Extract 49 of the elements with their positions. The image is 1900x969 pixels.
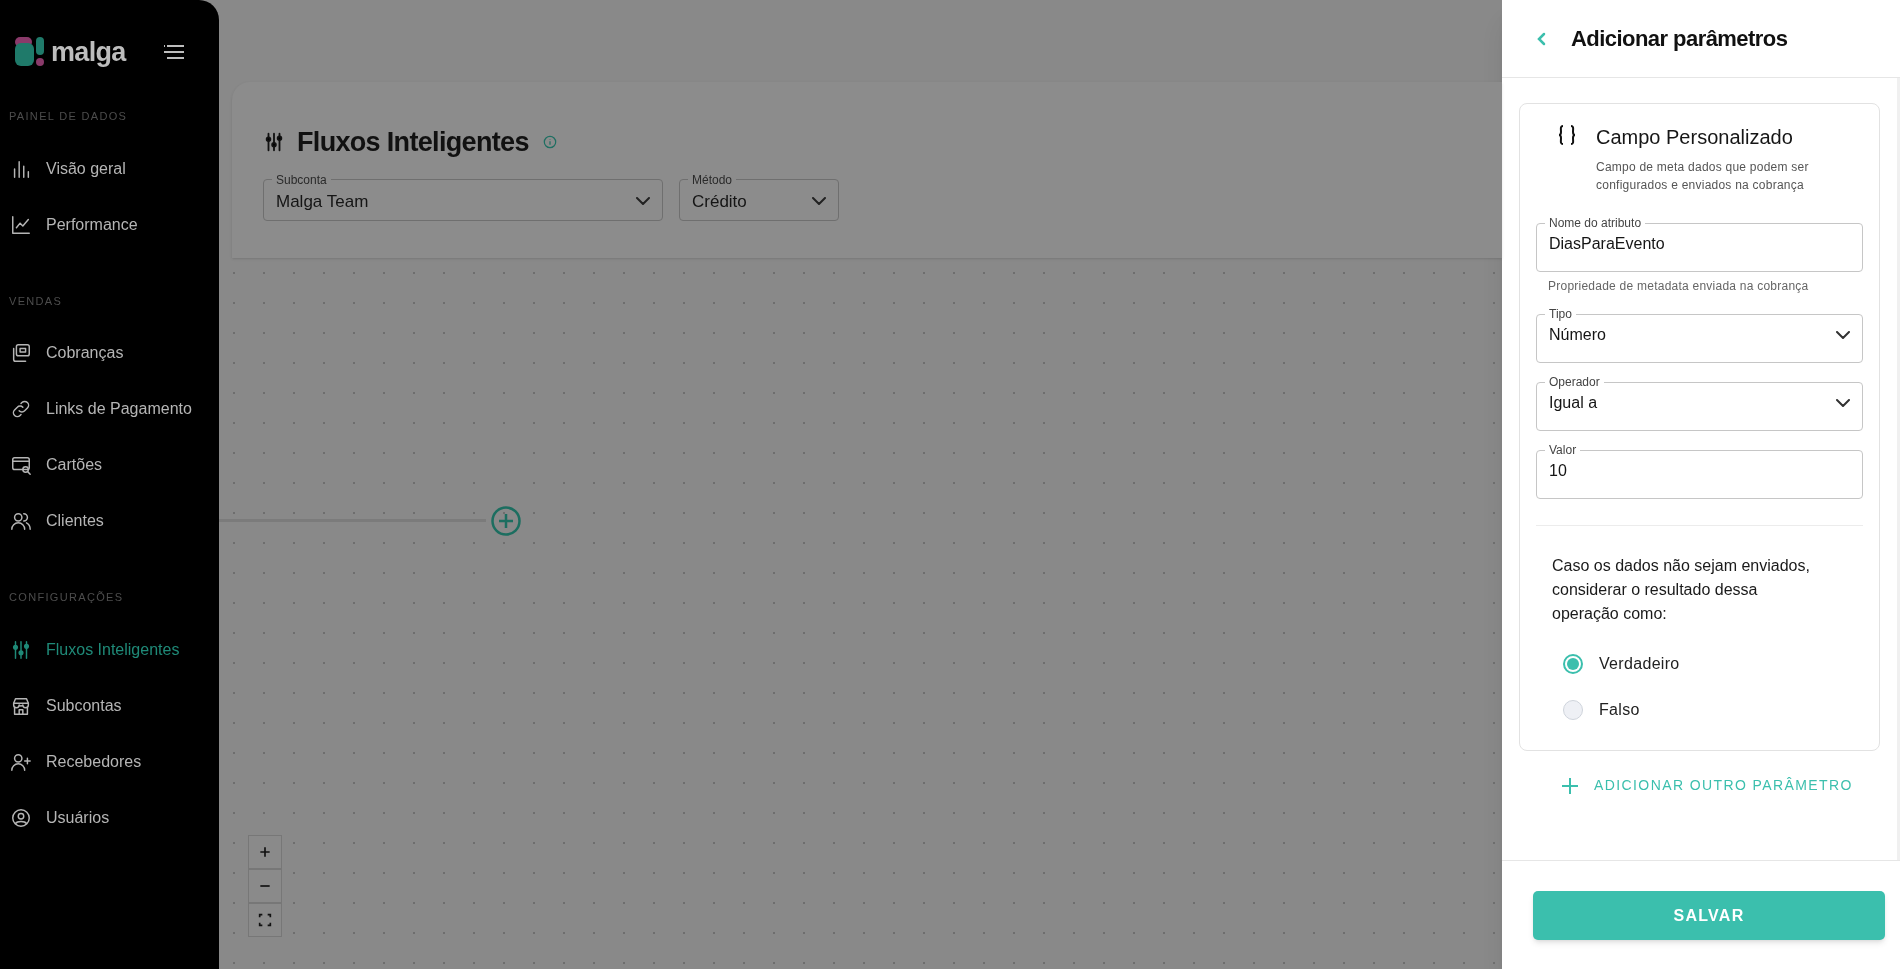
user-circle-icon	[10, 806, 32, 829]
users-icon	[10, 510, 32, 532]
radio-button[interactable]	[1563, 700, 1583, 720]
field-label: Método	[691, 171, 734, 189]
zoom-in-icon[interactable]	[248, 835, 282, 869]
chevron-down-icon	[636, 197, 650, 206]
nav-item[interactable]: Performance	[0, 196, 219, 253]
nav-item[interactable]: Fluxos Inteligentes	[0, 621, 219, 678]
info-icon[interactable]	[542, 135, 557, 150]
helper-text: Propriedade de metadata enviada na cobrança	[1547, 278, 1810, 295]
fit-view-icon[interactable]	[248, 903, 282, 937]
sliders-icon	[10, 638, 32, 661]
add-node-icon[interactable]	[491, 506, 521, 536]
radio-option[interactable]: Verdadeiro	[1563, 652, 1863, 676]
plus-icon	[1562, 777, 1578, 794]
logo-icon	[15, 37, 45, 67]
card-title: Campo Personalizado	[1596, 125, 1794, 150]
section-label: VENDAS	[8, 293, 64, 309]
card-description: Campo de meta dados que podem ser configurados e enviados na cobrança	[1596, 159, 1810, 194]
chevron-down-icon	[812, 197, 826, 206]
line-chart-icon	[10, 213, 32, 236]
section-label: PAINEL DE DADOS	[8, 109, 129, 124]
nav-item[interactable]: Links de Pagamento	[0, 381, 219, 437]
page-title: Fluxos Inteligentes	[297, 126, 529, 159]
field-label: Valor	[1548, 442, 1578, 459]
nav-item[interactable]: Recebedores	[0, 733, 219, 790]
nav-item[interactable]: Cobranças	[0, 325, 219, 381]
logo-text: malga	[51, 35, 126, 69]
nav-item[interactable]: Clientes	[0, 493, 219, 549]
menu-icon[interactable]	[163, 44, 185, 60]
field-label: Nome do atributo	[1548, 215, 1643, 232]
panel-title: Adicionar parâmetros	[1571, 25, 1788, 53]
question-text: Caso os dados não sejam enviados, considerar o resultado dessa operação como:	[1551, 556, 1811, 624]
chevron-down-icon	[1836, 399, 1850, 407]
braces-icon	[1556, 124, 1578, 146]
nav-item[interactable]: Subcontas	[0, 677, 219, 734]
field-label: Operador	[1548, 374, 1601, 391]
nav-item[interactable]: Cartões	[0, 437, 219, 493]
chevron-down-icon	[1836, 331, 1850, 339]
card-search-icon	[10, 454, 32, 476]
radio-option[interactable]: Falso	[1563, 698, 1863, 722]
link-icon	[10, 398, 32, 420]
nav-item[interactable]: Usuários	[0, 789, 219, 846]
nav-item[interactable]: Visão geral	[0, 140, 219, 197]
receipt-stack-icon	[10, 342, 32, 364]
radio-button[interactable]	[1563, 654, 1583, 674]
field-label: Tipo	[1548, 306, 1573, 323]
section-label: CONFIGURAÇÕES	[8, 590, 125, 605]
field-label: Subconta	[275, 171, 328, 189]
